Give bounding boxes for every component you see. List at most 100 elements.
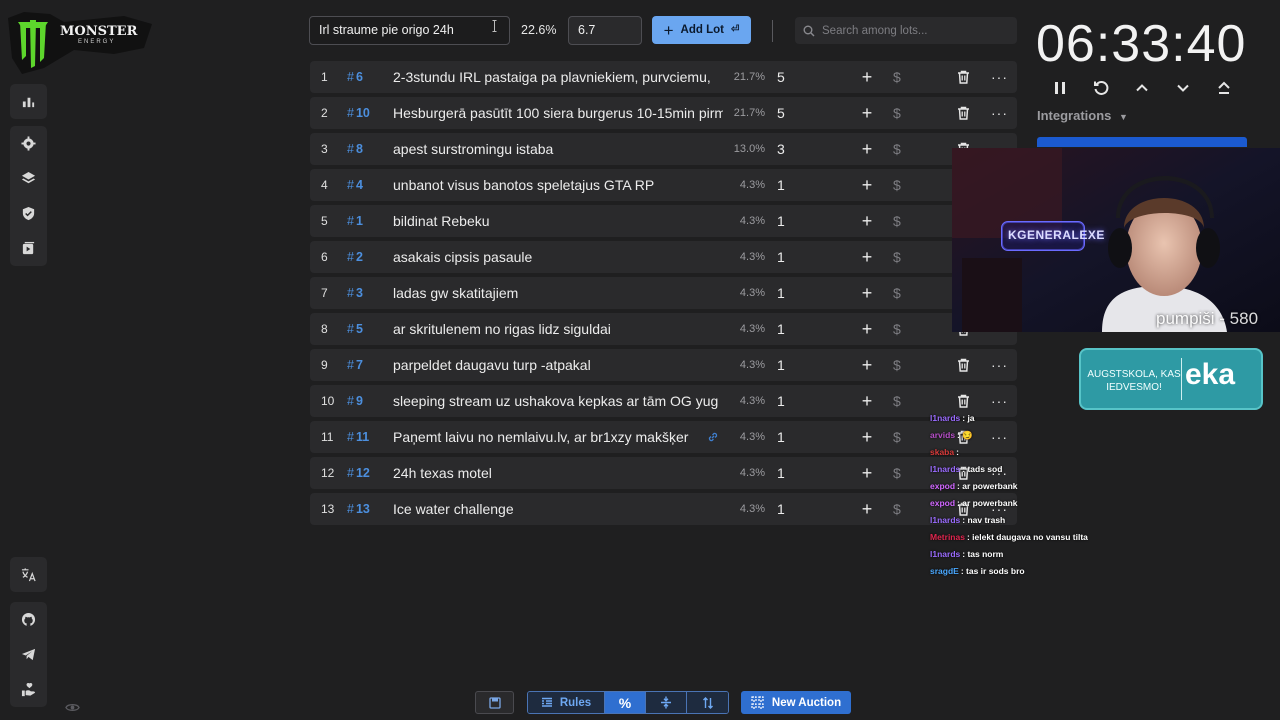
more-options-icon[interactable]: ···	[991, 61, 1008, 93]
lot-id[interactable]: #6	[347, 61, 363, 93]
lot-percent: 13.0%	[733, 143, 765, 155]
lot-name[interactable]: unbanot visus banotos speletajus GTA RP	[393, 169, 723, 201]
lot-name[interactable]: parpeldet daugavu turp -atpakal	[393, 349, 723, 381]
sort-button[interactable]	[687, 692, 728, 713]
gear-icon[interactable]	[10, 126, 47, 161]
lot-name[interactable]: ladas gw skatitajiem	[393, 277, 723, 309]
lot-name[interactable]: sleeping stream uz ushakova kepkas ar tā…	[393, 385, 723, 417]
add-lot-button[interactable]: + Add Lot ⏎	[652, 16, 751, 44]
stats-icon[interactable]	[10, 84, 47, 119]
lot-id[interactable]: #1	[347, 205, 363, 237]
dollar-icon[interactable]: $	[893, 133, 901, 165]
hash-label: #	[347, 178, 354, 192]
integrations-dropdown[interactable]: Integrations ▼	[1037, 108, 1128, 123]
chat-username: l1nards	[930, 549, 961, 559]
github-icon[interactable]	[10, 602, 47, 637]
lot-name[interactable]: apest surstromingu istaba	[393, 133, 723, 165]
link-icon[interactable]	[707, 431, 719, 443]
new-auction-button[interactable]: New Auction	[741, 691, 851, 714]
more-options-icon[interactable]: ···	[991, 97, 1008, 129]
more-options-icon[interactable]: ···	[991, 349, 1008, 381]
trash-icon[interactable]	[957, 106, 970, 120]
lot-amount: 5	[777, 69, 785, 85]
chat-message: skaba:	[930, 444, 1130, 461]
time-double-up-icon[interactable]	[1214, 78, 1234, 98]
lot-id[interactable]: #9	[347, 385, 363, 417]
lot-index: 6	[321, 250, 328, 264]
dollar-icon[interactable]: $	[893, 385, 901, 417]
lot-amount-input[interactable]: 6.7	[568, 16, 642, 45]
save-button[interactable]	[475, 691, 514, 714]
dollar-icon[interactable]: $	[893, 457, 901, 489]
add-amount-button[interactable]: +	[859, 457, 875, 489]
time-down-icon[interactable]	[1173, 78, 1193, 98]
lot-id[interactable]: #2	[347, 241, 363, 273]
integration-button-partial[interactable]	[1037, 137, 1247, 147]
lot-id[interactable]: #12	[347, 457, 370, 489]
sidebar-lang-group	[10, 557, 47, 592]
lot-id[interactable]: #11	[347, 421, 369, 453]
rules-button[interactable]: Rules	[528, 692, 605, 713]
playlist-icon[interactable]	[10, 231, 47, 266]
lot-id[interactable]: #13	[347, 493, 370, 525]
add-amount-button[interactable]: +	[859, 61, 875, 93]
add-amount-button[interactable]: +	[859, 421, 875, 453]
add-amount-button[interactable]: +	[859, 97, 875, 129]
lot-row: 1 #6 2-3stundu IRL pastaiga pa plavnieki…	[310, 61, 1017, 93]
lot-id[interactable]: #8	[347, 133, 363, 165]
lot-name[interactable]: ar skritulenem no rigas lidz siguldai	[393, 313, 723, 345]
dollar-icon[interactable]: $	[893, 241, 901, 273]
dollar-icon[interactable]: $	[893, 205, 901, 237]
trash-icon[interactable]	[957, 394, 970, 408]
add-amount-button[interactable]: +	[859, 241, 875, 273]
lot-name[interactable]: Hesburgerā pasūtīt 100 siera burgerus 10…	[393, 97, 723, 129]
lot-id[interactable]: #5	[347, 313, 363, 345]
add-amount-button[interactable]: +	[859, 385, 875, 417]
lot-name[interactable]: Ice water challenge	[393, 493, 723, 525]
dollar-icon[interactable]: $	[893, 277, 901, 309]
add-amount-button[interactable]: +	[859, 169, 875, 201]
visibility-eye-icon[interactable]	[65, 700, 80, 716]
dollar-icon[interactable]: $	[893, 169, 901, 201]
add-amount-button[interactable]: +	[859, 277, 875, 309]
lot-name[interactable]: 2-3stundu IRL pastaiga pa plavniekiem, p…	[393, 61, 723, 93]
add-amount-button[interactable]: +	[859, 205, 875, 237]
compress-view-button[interactable]	[646, 692, 687, 713]
lot-name[interactable]: 24h texas motel	[393, 457, 723, 489]
trash-icon[interactable]	[957, 70, 970, 84]
add-amount-button[interactable]: +	[859, 133, 875, 165]
hash-label: #	[347, 394, 354, 408]
time-up-icon[interactable]	[1132, 78, 1152, 98]
dollar-icon[interactable]: $	[893, 313, 901, 345]
donate-icon[interactable]	[10, 672, 47, 707]
search-lots-input[interactable]: Search among lots...	[795, 17, 1017, 44]
add-amount-button[interactable]: +	[859, 493, 875, 525]
lot-id[interactable]: #10	[347, 97, 370, 129]
dollar-icon[interactable]: $	[893, 349, 901, 381]
dollar-icon[interactable]: $	[893, 493, 901, 525]
telegram-icon[interactable]	[10, 637, 47, 672]
translate-icon[interactable]	[10, 557, 47, 592]
lot-amount: 1	[777, 213, 785, 229]
lot-name[interactable]: asakais cipsis pasaule	[393, 241, 723, 273]
reset-icon[interactable]	[1091, 78, 1111, 98]
add-amount-button[interactable]: +	[859, 349, 875, 381]
shield-icon[interactable]	[10, 196, 47, 231]
lot-name-input[interactable]: Irl straume pie origo 24h	[309, 16, 510, 45]
dollar-icon[interactable]: $	[893, 421, 901, 453]
pause-icon[interactable]	[1050, 78, 1070, 98]
lots-list: 1 #6 2-3stundu IRL pastaiga pa plavnieki…	[310, 61, 1017, 529]
dollar-icon[interactable]: $	[893, 97, 901, 129]
percent-view-button[interactable]: %	[605, 692, 646, 713]
lot-name[interactable]: bildinat Rebeku	[393, 205, 723, 237]
lot-id[interactable]: #4	[347, 169, 363, 201]
lot-id[interactable]: #7	[347, 349, 363, 381]
add-amount-button[interactable]: +	[859, 313, 875, 345]
logo-word: MONSTER	[60, 24, 138, 39]
chat-username: expod	[930, 498, 956, 508]
dollar-icon[interactable]: $	[893, 61, 901, 93]
layers-icon[interactable]	[10, 161, 47, 196]
lot-name[interactable]: Paņemt laivu no nemlaivu.lv, ar br1xzy m…	[393, 421, 723, 453]
trash-icon[interactable]	[957, 358, 970, 372]
lot-id[interactable]: #3	[347, 277, 363, 309]
